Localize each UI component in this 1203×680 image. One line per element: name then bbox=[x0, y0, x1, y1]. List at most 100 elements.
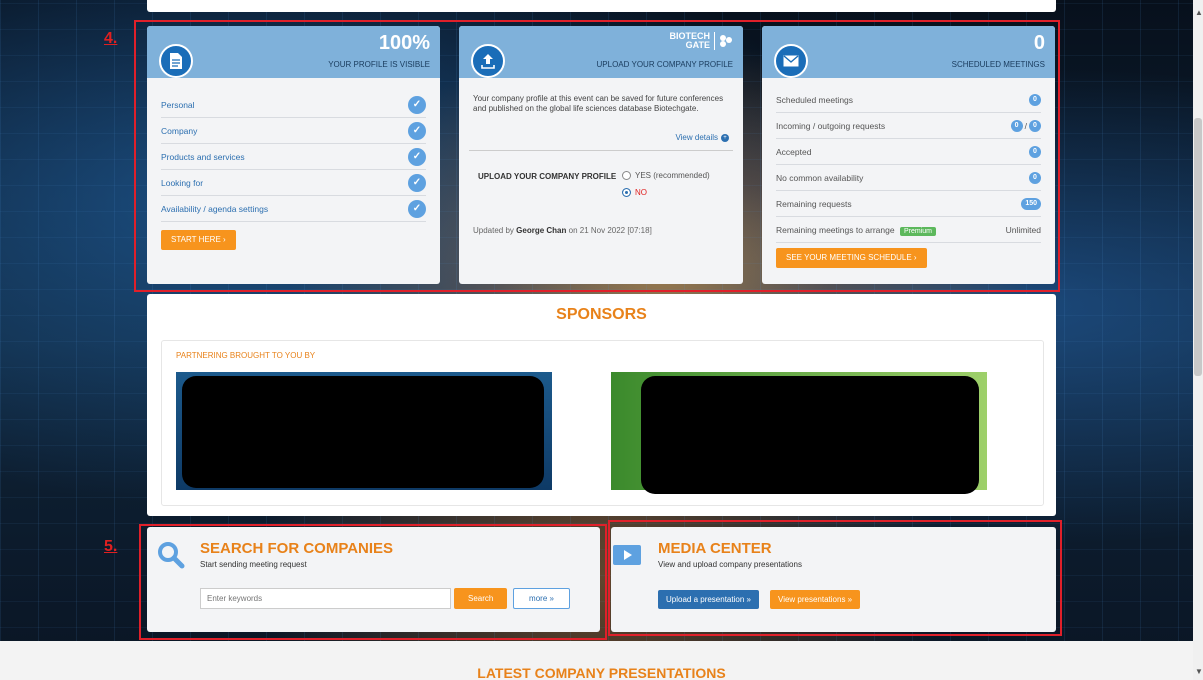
profile-item-company[interactable]: Company ✓ bbox=[161, 118, 426, 144]
meeting-row-label-wrap: Remaining meetings to arrange Premium bbox=[776, 224, 936, 236]
latest-presentations-title: LATEST COMPANY PRESENTATIONS bbox=[477, 665, 726, 680]
media-center-title: MEDIA CENTER bbox=[658, 540, 772, 557]
premium-badge: Premium bbox=[899, 226, 936, 236]
profile-item-availability[interactable]: Availability / agenda settings ✓ bbox=[161, 196, 426, 222]
sponsor-logo-2[interactable] bbox=[611, 372, 987, 494]
profile-visibility-label: YOUR PROFILE IS VISIBLE bbox=[328, 60, 430, 69]
page-scrollbar[interactable]: ▲ ▼ bbox=[1193, 0, 1203, 680]
profile-item-products[interactable]: Products and services ✓ bbox=[161, 144, 426, 170]
radio-no-circle[interactable] bbox=[622, 188, 631, 197]
meeting-row-requests: Incoming / outgoing requests 0 / 0 bbox=[776, 113, 1041, 139]
annotation-5: 5. bbox=[104, 538, 118, 555]
upload-card-subtitle: UPLOAD YOUR COMPANY PROFILE bbox=[596, 60, 733, 69]
sponsors-title: SPONSORS bbox=[556, 306, 647, 323]
meetings-card-header: 0 SCHEDULED MEETINGS bbox=[762, 26, 1055, 78]
check-icon: ✓ bbox=[408, 95, 426, 114]
scrollbar-thumb[interactable] bbox=[1194, 118, 1202, 376]
radio-yes-circle[interactable] bbox=[622, 171, 631, 180]
radio-no[interactable]: NO bbox=[622, 188, 647, 197]
search-companies-title: SEARCH FOR COMPANIES bbox=[200, 540, 394, 557]
play-icon bbox=[613, 545, 641, 565]
meeting-row-label: Remaining requests bbox=[776, 198, 852, 209]
profile-item-label[interactable]: Personal bbox=[161, 100, 195, 110]
radio-yes-label[interactable]: YES (recommended) bbox=[635, 171, 710, 180]
updated-prefix: Updated by bbox=[473, 226, 514, 235]
search-companies-card: SEARCH FOR COMPANIES Start sending meeti… bbox=[147, 527, 600, 632]
meeting-row-remaining-meetings: Remaining meetings to arrange Premium Un… bbox=[776, 217, 1041, 243]
search-button[interactable]: Search bbox=[454, 588, 508, 609]
sponsors-panel: PARTNERING BROUGHT TO YOU BY bbox=[161, 340, 1044, 506]
start-here-button[interactable]: START HERE › bbox=[161, 230, 236, 250]
scroll-up-arrow-icon[interactable]: ▲ bbox=[1195, 8, 1203, 17]
redacted-block bbox=[182, 376, 544, 488]
meeting-row-label: Remaining meetings to arrange bbox=[776, 224, 895, 235]
plus-circle-icon[interactable]: + bbox=[721, 133, 729, 142]
meeting-row-remaining-requests: Remaining requests 150 bbox=[776, 191, 1041, 217]
profile-item-label[interactable]: Products and services bbox=[161, 152, 245, 162]
view-details-link[interactable]: View details + bbox=[675, 133, 729, 142]
profile-card-header: 100% YOUR PROFILE IS VISIBLE bbox=[147, 26, 440, 78]
meetings-card: 0 SCHEDULED MEETINGS Scheduled meetings … bbox=[762, 26, 1055, 284]
scroll-down-arrow-icon[interactable]: ▼ bbox=[1195, 667, 1203, 676]
profile-percent: 100% bbox=[378, 32, 430, 54]
meeting-row-label: No common availability bbox=[776, 172, 864, 183]
upload-icon bbox=[471, 44, 505, 78]
profile-item-label[interactable]: Availability / agenda settings bbox=[161, 204, 268, 214]
unlimited-value: Unlimited bbox=[1005, 224, 1041, 235]
profile-item-label[interactable]: Company bbox=[161, 126, 197, 136]
incoming-count-badge[interactable]: 0 bbox=[1010, 119, 1023, 132]
meeting-row-label: Accepted bbox=[776, 146, 812, 157]
meeting-row-scheduled: Scheduled meetings 0 bbox=[776, 87, 1041, 113]
annotation-4: 4. bbox=[104, 30, 118, 47]
profile-item-label[interactable]: Looking for bbox=[161, 178, 203, 188]
search-companies-subtitle: Start sending meeting request bbox=[200, 560, 307, 569]
upload-card-header: BIOTECH GATE UPLOAD YOUR COMPANY PROFILE bbox=[459, 26, 743, 78]
divider bbox=[469, 150, 733, 151]
meeting-row-accepted: Accepted 0 bbox=[776, 139, 1041, 165]
requests-counts: 0 / 0 bbox=[1010, 119, 1041, 132]
biotechgate-dots-icon bbox=[720, 35, 732, 47]
radio-yes[interactable]: YES (recommended) bbox=[622, 171, 710, 180]
count-badge: 150 bbox=[1021, 197, 1041, 210]
more-search-button[interactable]: more » bbox=[513, 588, 570, 609]
meeting-row-no-common: No common availability 0 bbox=[776, 165, 1041, 191]
view-presentations-button[interactable]: View presentations » bbox=[770, 590, 861, 609]
upload-description: Your company profile at this event can b… bbox=[473, 94, 724, 113]
upload-presentation-button[interactable]: Upload a presentation » bbox=[658, 590, 759, 609]
envelope-icon bbox=[774, 44, 808, 78]
count-badge: 0 bbox=[1029, 145, 1041, 158]
keyword-search-input[interactable] bbox=[200, 588, 451, 609]
count-badge: 0 bbox=[1029, 171, 1041, 184]
requests-separator: / bbox=[1024, 120, 1027, 131]
meeting-row-label: Incoming / outgoing requests bbox=[776, 120, 886, 131]
upload-profile-card: BIOTECH GATE UPLOAD YOUR COMPANY PROFILE… bbox=[459, 26, 743, 284]
outgoing-count-badge[interactable]: 0 bbox=[1029, 119, 1041, 132]
updated-info: Updated by George Chan on 21 Nov 2022 [0… bbox=[473, 226, 652, 235]
sponsor-logo-1[interactable] bbox=[176, 372, 552, 490]
profile-item-looking-for[interactable]: Looking for ✓ bbox=[161, 170, 426, 196]
media-center-card: MEDIA CENTER View and upload company pre… bbox=[611, 527, 1056, 632]
document-icon bbox=[159, 44, 193, 78]
media-center-subtitle: View and upload company presentations bbox=[658, 560, 802, 569]
updated-suffix: on 21 Nov 2022 [07:18] bbox=[568, 226, 652, 235]
check-icon: ✓ bbox=[408, 173, 426, 192]
count-badge: 0 bbox=[1029, 93, 1041, 106]
see-meeting-schedule-button[interactable]: SEE YOUR MEETING SCHEDULE › bbox=[776, 248, 927, 268]
sponsors-section: SPONSORS PARTNERING BROUGHT TO YOU BY bbox=[147, 294, 1056, 516]
profile-item-personal[interactable]: Personal ✓ bbox=[161, 92, 426, 118]
profile-card: 100% YOUR PROFILE IS VISIBLE Personal ✓ … bbox=[147, 26, 440, 284]
redacted-block bbox=[641, 376, 979, 494]
view-details-label[interactable]: View details bbox=[675, 133, 718, 142]
top-panel-edge bbox=[147, 0, 1056, 12]
radio-no-label[interactable]: NO bbox=[635, 188, 647, 197]
meeting-row-label: Scheduled meetings bbox=[776, 94, 854, 105]
updated-by: George Chan bbox=[516, 226, 567, 235]
brand-line-2: GATE bbox=[685, 40, 710, 50]
search-icon bbox=[158, 542, 185, 569]
upload-question-label: UPLOAD YOUR COMPANY PROFILE bbox=[478, 172, 617, 181]
check-icon: ✓ bbox=[408, 199, 426, 218]
check-icon: ✓ bbox=[408, 121, 426, 140]
biotechgate-logo: BIOTECH GATE bbox=[670, 32, 734, 50]
scheduled-meetings-label: SCHEDULED MEETINGS bbox=[951, 60, 1045, 69]
check-icon: ✓ bbox=[408, 147, 426, 166]
